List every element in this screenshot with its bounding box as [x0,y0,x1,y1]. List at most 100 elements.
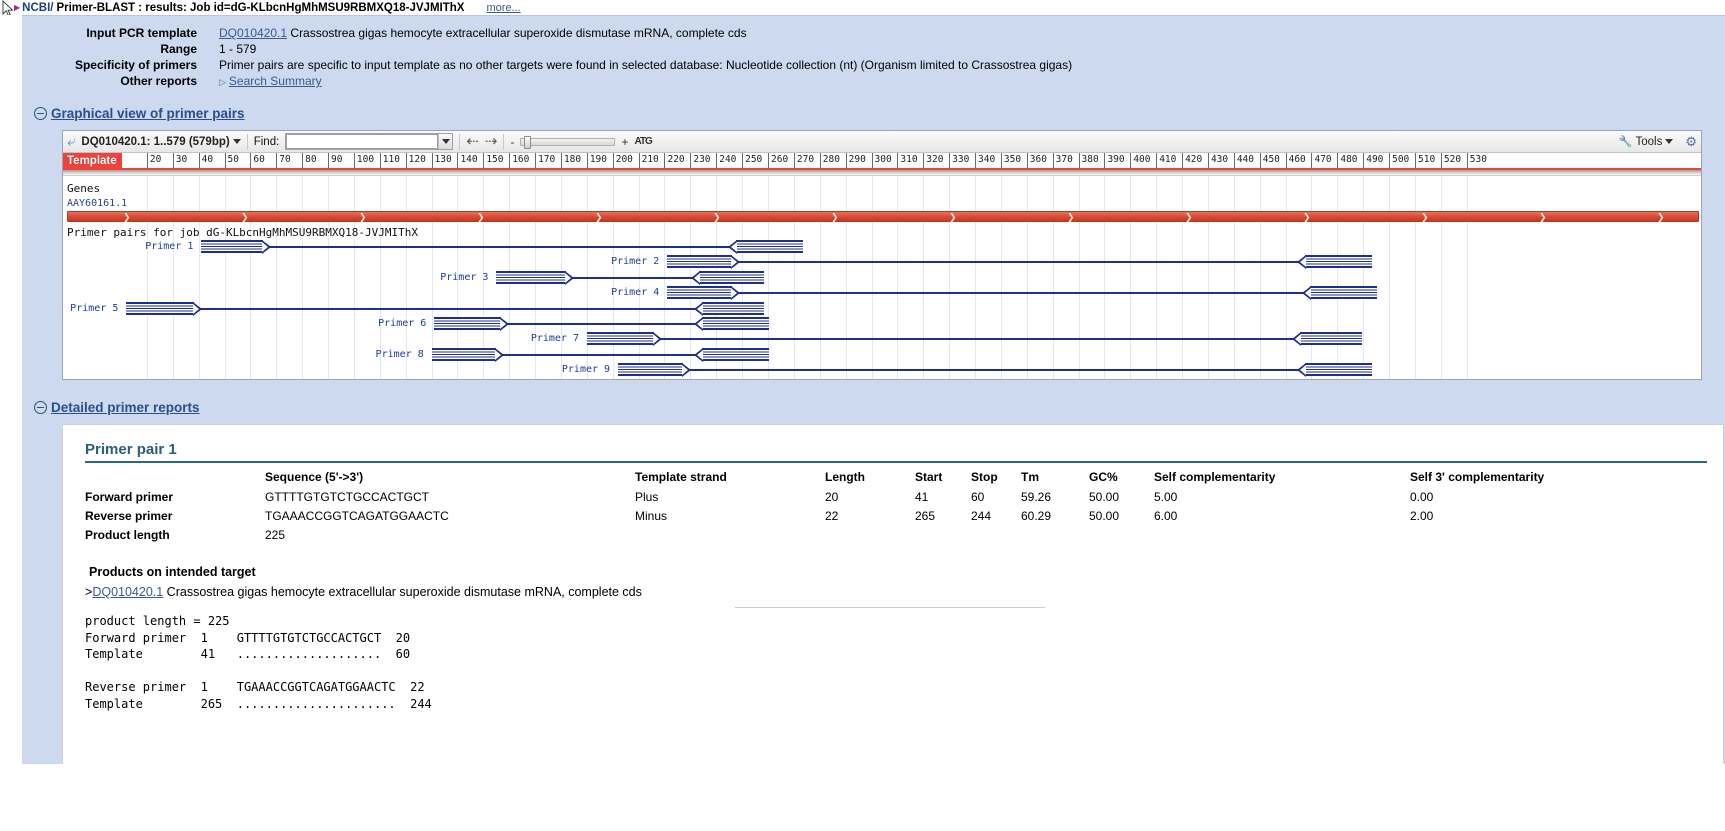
ruler-tick: 450 [1259,153,1280,168]
collapse-minus-icon-detailed[interactable] [34,401,47,414]
forward-primer-arrow-icon[interactable] [667,255,740,270]
breadcrumb-ncbi-link[interactable]: NCBI/ [22,2,53,14]
primer-pair-row[interactable]: Primer 4 [63,286,1701,301]
ruler-tick: 150 [483,153,503,168]
forward-primer-arrow-icon[interactable] [126,301,202,316]
reverse-primer-length: 22 [825,509,839,523]
collapse-minus-icon-graphical[interactable] [34,107,47,120]
find-combo [285,133,454,150]
gene-strand-chevron-icon: ❯ [1303,212,1311,222]
ruler-tick: 510 [1415,153,1435,168]
gene-strand-chevron-icon: ❯ [1421,212,1429,222]
gear-icon[interactable]: ⚙ [1685,134,1697,150]
forward-primer-arrow-icon[interactable] [586,332,663,347]
find-label: Find: [253,135,280,148]
reverse-primer-arrow-icon[interactable] [1302,286,1378,301]
navigate-forward-icon[interactable]: ⇢ [485,134,498,149]
reverse-primer-gc: 50.00 [1089,509,1120,523]
primer-pair-row[interactable]: Primer 9 [63,363,1701,378]
primer-pair-row[interactable]: Primer 6 [63,317,1701,331]
genes-track-label: Genes [67,182,101,195]
amplicon-connector-line [201,246,803,248]
gene-strand-chevron-icon: ❯ [1185,212,1193,222]
ruler-tick: 500 [1389,153,1409,168]
ruler-tick: 390 [1104,153,1125,168]
reverse-primer-arrow-icon[interactable] [727,240,803,254]
breadcrumb-more-link[interactable]: more... [486,2,520,14]
primer-pair-row[interactable]: Primer 8 [63,347,1701,362]
forward-primer-tm: 59.26 [1021,490,1052,504]
reverse-primer-arrow-icon[interactable] [693,301,765,316]
row-label-product-length: Product length [85,528,170,542]
ruler-tick: 420 [1182,153,1202,168]
graphical-view-container: ⤷ DQ010420.1: 1..579 (579bp) Find: ⇠ ⇢ -… [22,126,1725,394]
blank-cell [825,526,915,545]
ruler-tick: 340 [975,153,995,168]
summary-panel: Input PCR template DQ010420.1 Crassostre… [22,16,1725,100]
product-definition-line: >DQ010420.1 Crassostrea gigas hemocyte e… [85,585,1707,599]
primer-pair-report-card: Primer pair 1 Sequence (5'->3') Template… [62,424,1724,764]
sequence-selector-dropdown[interactable]: DQ010420.1: 1..579 (579bp) [81,136,241,148]
navigate-back-icon[interactable]: ⇠ [466,134,479,149]
reverse-primer-arrow-icon[interactable] [1296,363,1373,378]
find-input[interactable] [286,134,439,149]
reverse-primer-arrow-icon[interactable] [693,317,770,331]
forward-primer-arrow-icon[interactable] [617,363,691,378]
ruler-tick: 400 [1130,153,1150,168]
summary-row: Specificity of primers Primer pairs are … [22,58,1725,73]
gene-strand-chevron-icon: ❯ [359,212,367,222]
primer-pair-row[interactable]: Primer 3 [63,270,1701,285]
reverse-primer-arrow-icon[interactable] [1291,332,1362,347]
reverse-primer-arrow-icon[interactable] [1296,255,1373,270]
product-length-value: 225 [265,528,286,542]
primer-pair-label: Primer 2 [611,256,660,268]
job-id-label: Primer pairs for job dG-KLbcnHgMhMSU9RBM… [67,226,418,239]
product-accession-link[interactable]: DQ010420.1 [92,585,163,599]
ruler-tick: 40 [198,153,213,168]
toolbar-separator [246,133,248,150]
section-title-graphical-view[interactable]: Graphical view of primer pairs [51,106,245,121]
forward-primer-arrow-icon[interactable] [667,286,740,301]
section-header-graphical-view: Graphical view of primer pairs [22,100,1725,126]
reverse-primer-tm: 60.29 [1021,509,1052,523]
forward-primer-arrow-icon[interactable] [431,347,505,362]
primer-pair-row[interactable]: Primer 5 [63,301,1701,316]
ruler-tick: 180 [560,153,581,168]
section-title-detailed-reports[interactable]: Detailed primer reports [51,400,200,415]
forward-primer-arrow-icon[interactable] [434,317,510,331]
primer-pair-label: Primer 4 [611,287,660,299]
reverse-primer-stop: 244 [971,509,992,523]
primer-pair-row[interactable]: Primer 7 [63,332,1701,347]
reverse-primer-arrow-icon[interactable] [691,270,765,285]
primer-pair-row[interactable]: Primer 1 [63,240,1701,254]
wrench-icon: 🔧 [1618,136,1633,148]
zoom-slider-handle[interactable] [524,135,532,149]
toolbar-separator [503,133,505,150]
gene-feature-bar[interactable]: ❯ ❯ ❯ ❯ ❯ ❯ ❯ ❯ ❯ ❯ ❯ ❯ ❯ ❯ [67,211,1699,222]
alignment-block: product length = 225 Forward primer 1 GT… [85,614,432,711]
input-template-description: Crassostrea gigas hemocyte extracellular… [287,26,747,40]
forward-primer-arrow-icon[interactable] [496,270,575,285]
reverse-primer-arrow-icon[interactable] [693,347,770,362]
gene-accession-label[interactable]: AAY60161.1 [67,198,127,209]
ruler-tick: 140 [457,153,478,168]
zoom-in-button[interactable]: + [621,135,628,149]
atg-codon-icon[interactable]: ATG [634,136,652,147]
primer-pair-row[interactable]: Primer 2 [63,255,1701,270]
zoom-slider[interactable] [520,135,616,149]
forward-primer-stop: 60 [971,490,985,504]
sequence-ruler[interactable]: Template 20 30 40 50 60 70 80 90 100 110 120 130 140… [63,153,1701,170]
forward-primer-arrow-icon[interactable] [201,240,272,254]
breadcrumb: ▶ NCBI/ Primer-BLAST : results: Job id=d… [0,0,1725,17]
search-summary-link[interactable]: Search Summary [229,74,322,88]
gene-strand-chevron-icon: ❯ [477,212,485,222]
ruler-tick: 320 [923,153,943,168]
find-dropdown-button[interactable] [438,134,453,149]
back-arrow-icon[interactable]: ⤷ [67,133,75,150]
ruler-tick: 520 [1440,153,1461,168]
ruler-tick: 30 [172,153,187,168]
tools-menu-button[interactable]: 🔧 Tools [1619,135,1674,148]
chevron-down-icon [441,139,450,144]
input-template-accession-link[interactable]: DQ010420.1 [219,26,287,40]
zoom-out-button[interactable]: - [510,135,514,149]
